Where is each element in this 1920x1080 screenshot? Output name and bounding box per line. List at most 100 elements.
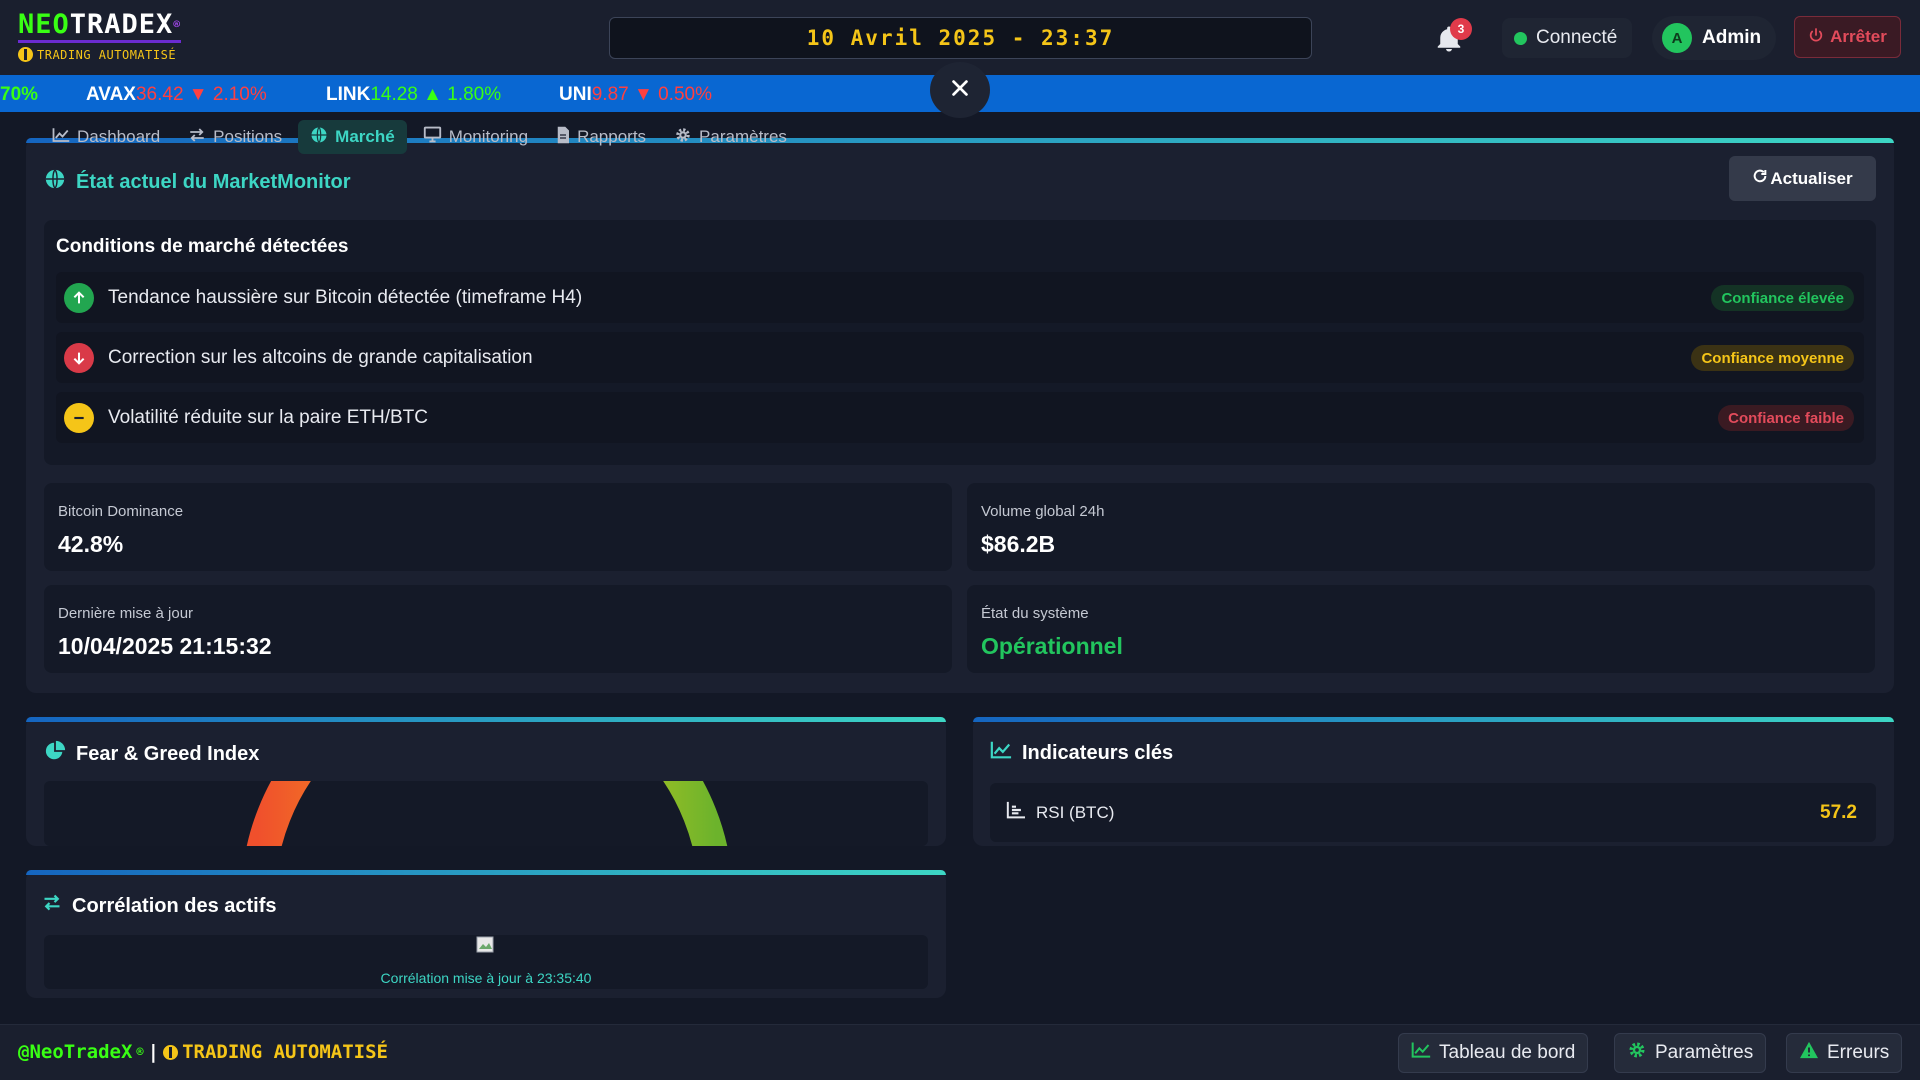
tab-dashboard[interactable]: Dashboard bbox=[40, 120, 172, 154]
tab-marche[interactable]: Marché bbox=[298, 120, 407, 154]
stat-value: 42.8% bbox=[58, 531, 124, 557]
stat-label: Volume global 24h bbox=[981, 503, 1105, 520]
condition-text: Volatilité réduite sur la paire ETH/BTC bbox=[108, 406, 428, 428]
card-title-text: État actuel du MarketMonitor bbox=[76, 170, 351, 193]
logo-subtitle: TRADING AUTOMATISÉ bbox=[18, 47, 181, 62]
card-accent-bar bbox=[973, 717, 1894, 722]
chart-line-icon bbox=[1411, 1041, 1431, 1065]
logo-trademark: ® bbox=[173, 18, 181, 31]
footer-brand: @NeoTradeX ® | TRADING AUTOMATISÉ bbox=[18, 1041, 388, 1063]
settings-button[interactable]: Paramètres bbox=[1614, 1033, 1767, 1073]
tab-label: Positions bbox=[213, 127, 283, 146]
dashboard-button[interactable]: Tableau de bord bbox=[1398, 1033, 1589, 1073]
gauge-arc bbox=[246, 781, 728, 846]
refresh-button[interactable]: Actualiser bbox=[1729, 156, 1876, 201]
stat-global-volume: Volume global 24h $86.2B bbox=[967, 483, 1875, 571]
tab-label: Marché bbox=[335, 127, 395, 146]
condition-text: Tendance haussière sur Bitcoin détectée … bbox=[108, 286, 583, 308]
footer-separator: | bbox=[147, 1041, 160, 1063]
tab-positions[interactable]: Positions bbox=[176, 120, 294, 154]
status-dot-icon bbox=[1514, 31, 1527, 45]
confidence-badge: Confiance élevée bbox=[1711, 285, 1854, 311]
correlation-title: Corrélation des actifs bbox=[42, 893, 277, 919]
settings-button-label: Paramètres bbox=[1655, 1042, 1754, 1063]
refresh-button-label: Actualiser bbox=[1770, 168, 1853, 188]
notification-count-badge: 3 bbox=[1450, 18, 1472, 40]
stat-value: $86.2B bbox=[981, 531, 1056, 557]
stop-button[interactable]: Arrêter bbox=[1794, 16, 1901, 58]
ticker-fragment: 70% bbox=[0, 84, 39, 105]
footer-tagline: TRADING AUTOMATISÉ bbox=[182, 1041, 388, 1063]
monitor-icon bbox=[423, 126, 442, 148]
stat-system-state: État du système Opérationnel bbox=[967, 585, 1875, 673]
logo-subtitle-text: TRADING AUTOMATISÉ bbox=[37, 47, 177, 62]
exchange-icon bbox=[42, 893, 62, 919]
pie-chart-icon bbox=[44, 740, 66, 768]
minus-icon bbox=[64, 402, 94, 433]
connection-status: Connecté bbox=[1502, 18, 1632, 58]
main-tabs: Dashboard Positions Marché Monitoring Ra… bbox=[40, 120, 799, 154]
ticker-close-button[interactable] bbox=[930, 62, 990, 118]
tab-monitoring[interactable]: Monitoring bbox=[411, 120, 540, 154]
connection-status-text: Connecté bbox=[1536, 27, 1618, 48]
tab-label: Paramètres bbox=[699, 127, 787, 146]
list-item: Correction sur les altcoins de grande ca… bbox=[56, 332, 1864, 383]
avatar: A bbox=[1662, 23, 1692, 53]
stop-button-label: Arrêter bbox=[1830, 27, 1887, 46]
stat-bitcoin-dominance: Bitcoin Dominance 42.8% bbox=[44, 483, 952, 571]
card-title-text: Fear & Greed Index bbox=[76, 742, 260, 765]
stat-value: 10/04/2025 21:15:32 bbox=[58, 633, 272, 659]
logo-neo: NEO bbox=[18, 9, 70, 40]
dashboard-button-label: Tableau de bord bbox=[1439, 1042, 1576, 1063]
stat-label: Dernière mise à jour bbox=[58, 605, 194, 622]
logo-tradex: TRADEX bbox=[69, 9, 174, 40]
tab-label: Dashboard bbox=[77, 127, 161, 146]
exchange-icon bbox=[188, 127, 206, 148]
refresh-icon bbox=[1752, 168, 1768, 189]
card-title-text: Indicateurs clés bbox=[1022, 741, 1174, 764]
gear-icon bbox=[674, 126, 692, 149]
ticker-item-uni: UNI9.87 ▼ 0.50% bbox=[559, 84, 712, 105]
close-icon bbox=[949, 77, 971, 104]
tab-label: Rapports bbox=[577, 127, 647, 146]
list-item: Tendance haussière sur Bitcoin détectée … bbox=[56, 272, 1864, 323]
key-indicators-title: Indicateurs clés bbox=[990, 740, 1173, 766]
document-icon bbox=[556, 126, 570, 149]
user-name: Admin bbox=[1702, 27, 1762, 48]
globe-icon bbox=[310, 126, 328, 149]
footer-handle: @NeoTradeX bbox=[18, 1041, 133, 1063]
footer-bar: @NeoTradeX ® | TRADING AUTOMATISÉ Tableau … bbox=[0, 1024, 1920, 1080]
stat-label: État du système bbox=[981, 605, 1089, 622]
errors-button[interactable]: Erreurs bbox=[1786, 1033, 1903, 1073]
user-menu[interactable]: A Admin bbox=[1652, 16, 1776, 60]
globe-icon bbox=[44, 168, 66, 196]
datetime-display: 10 Avril 2025 - 23:37 bbox=[609, 17, 1312, 59]
confidence-badge: Confiance faible bbox=[1718, 405, 1854, 431]
indicator-label: RSI (BTC) bbox=[1036, 802, 1115, 822]
stat-last-update: Dernière mise à jour 10/04/2025 21:15:32 bbox=[44, 585, 952, 673]
arrow-down-icon bbox=[64, 342, 94, 373]
indicator-value: 57.2 bbox=[1820, 802, 1857, 823]
card-title-text: Corrélation des actifs bbox=[72, 894, 277, 917]
tab-parametres[interactable]: Paramètres bbox=[662, 120, 799, 154]
list-item: Volatilité réduite sur la paire ETH/BTC … bbox=[56, 392, 1864, 443]
chart-line-icon bbox=[52, 127, 70, 148]
tab-label: Monitoring bbox=[448, 127, 529, 146]
market-monitor-title: État actuel du MarketMonitor bbox=[44, 168, 350, 196]
app-logo[interactable]: NEOTRADEX® TRADING AUTOMATISÉ bbox=[18, 10, 181, 62]
condition-text: Correction sur les altcoins de grande ca… bbox=[108, 346, 533, 368]
fear-greed-title: Fear & Greed Index bbox=[44, 740, 259, 768]
arrow-up-icon bbox=[64, 282, 94, 313]
card-accent-bar bbox=[26, 870, 946, 875]
warning-icon bbox=[1799, 1041, 1819, 1065]
chart-line-icon bbox=[990, 740, 1012, 766]
tab-rapports[interactable]: Rapports bbox=[544, 120, 658, 154]
power-icon bbox=[1808, 27, 1824, 48]
logo-title: NEOTRADEX® bbox=[18, 10, 181, 43]
indicator-row bbox=[990, 783, 1876, 842]
card-accent-bar bbox=[26, 717, 946, 722]
ticker-item-avax: AVAX36.42 ▼ 2.10% bbox=[86, 84, 267, 105]
stat-label: Bitcoin Dominance bbox=[58, 503, 184, 520]
conditions-heading: Conditions de marché détectées bbox=[56, 236, 349, 257]
footer-trademark: ® bbox=[136, 1045, 144, 1059]
